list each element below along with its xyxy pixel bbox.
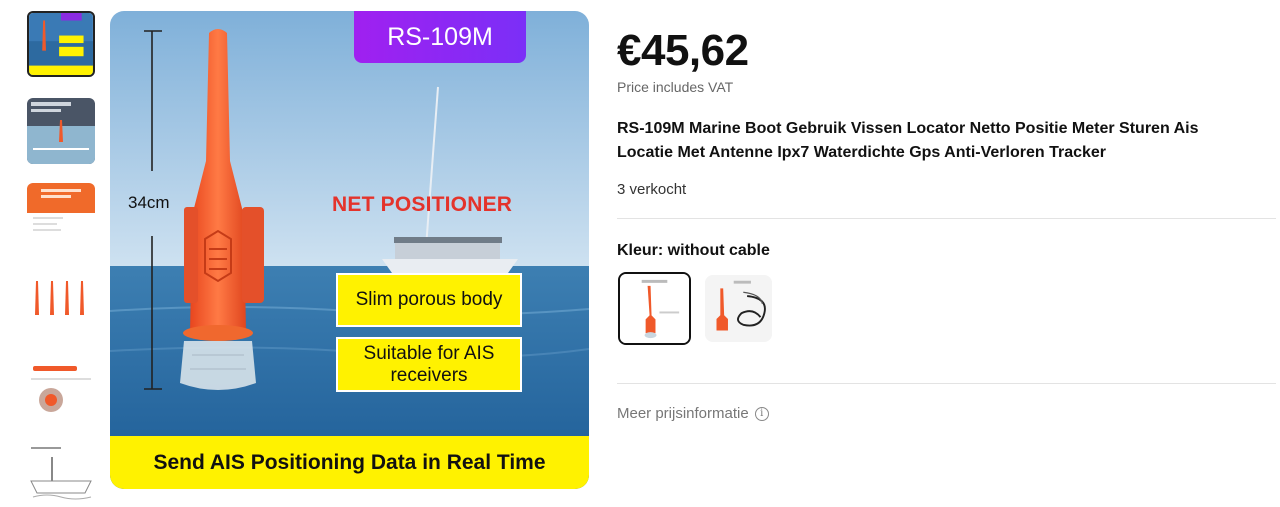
thumbnail-5[interactable] (27, 356, 95, 422)
thumbnail-2-image (27, 98, 95, 164)
thumbnail-1[interactable] (27, 11, 95, 77)
divider (617, 383, 1276, 384)
price: €45,62 (617, 26, 749, 75)
thumbnail-5-image (27, 356, 95, 422)
more-price-info-link[interactable]: Meer prijsinformatie i (617, 405, 769, 422)
size-label: 34cm (128, 193, 170, 212)
thumbnail-6-image (27, 441, 95, 507)
thumbnail-3[interactable] (27, 183, 95, 249)
color-label: Kleur: without cable (617, 242, 770, 259)
thumbnail-2[interactable] (27, 98, 95, 164)
feature-title: NET POSITIONER (332, 193, 513, 216)
model-badge: RS-109M (354, 11, 526, 63)
divider (617, 218, 1276, 219)
variant-without-cable-image (620, 274, 689, 343)
sold-count: 3 verkocht (617, 181, 687, 198)
main-image-scene (110, 11, 589, 489)
variant-with-cable[interactable] (705, 275, 772, 342)
image-banner: Send AIS Positioning Data in Real Time (110, 436, 589, 489)
variant-with-cable-image (705, 275, 772, 342)
info-icon[interactable]: i (754, 406, 769, 421)
thumbnail-6[interactable] (27, 441, 95, 507)
thumbnail-4-image (27, 271, 95, 337)
feature-box: Suitable for AIS receivers (336, 337, 522, 392)
variant-without-cable[interactable] (618, 272, 691, 345)
more-price-info-label: Meer prijsinformatie (617, 405, 749, 422)
main-product-image[interactable]: RS-109M 34cm NET POSITIONER Slim porous … (110, 11, 589, 489)
thumbnail-3-image (27, 183, 95, 249)
thumbnail-4[interactable] (27, 271, 95, 337)
product-title: RS-109M Marine Boot Gebruik Vissen Locat… (617, 120, 1199, 161)
price-note: Price includes VAT (617, 79, 734, 95)
thumbnail-1-image (29, 13, 93, 75)
feature-box: Slim porous body (336, 273, 522, 327)
